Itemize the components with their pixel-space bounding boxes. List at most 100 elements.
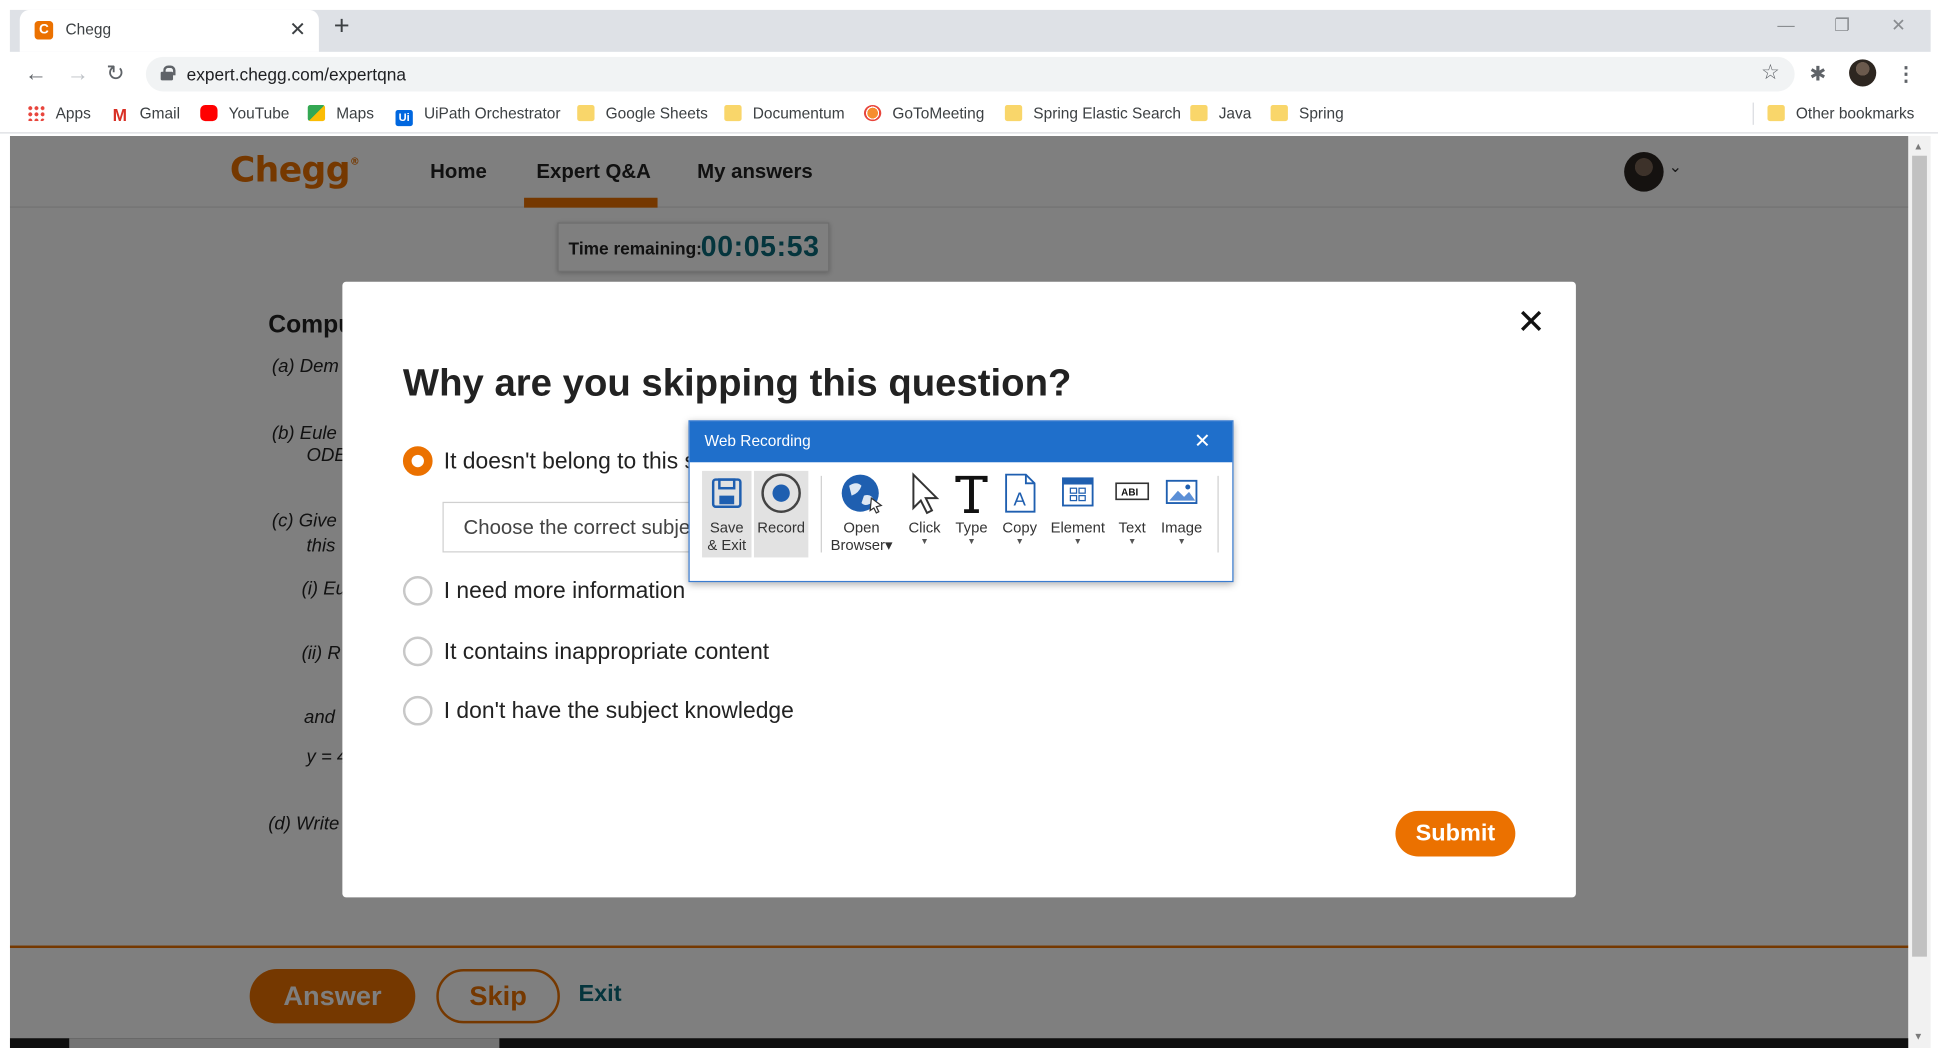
tab-title: Chegg [65,21,112,39]
bookmark-java[interactable]: Java [1190,104,1251,126]
bookmark-label: Documentum [752,105,845,123]
bookmark-label: Spring Elastic Search [1033,105,1182,123]
bookmark-label: Other bookmarks [1795,105,1915,123]
extensions-icon[interactable]: ✱ [1810,62,1827,87]
copy-caret-icon[interactable]: ▼ [996,536,1043,548]
image-label: Image [1160,519,1203,537]
bookmark-label: YouTube [228,105,290,123]
bookmarks-divider [1752,102,1754,125]
record-icon [761,473,801,513]
reload-icon[interactable]: ↻ [106,61,125,86]
record-button[interactable]: Record [754,471,808,537]
web-recording-titlebar[interactable]: Web Recording ✕ [689,421,1233,463]
modal-heading: Why are you skipping this question? [402,360,1072,405]
type-icon [955,475,988,513]
web-recording-title: Web Recording [704,432,811,450]
element-window-icon [1062,477,1094,507]
element-caret-icon[interactable]: ▼ [1048,536,1107,548]
save-icon [711,478,742,508]
menu-kebab-icon[interactable]: ⋮ [1896,62,1916,87]
scroll-up-icon[interactable]: ▲ [1913,141,1923,152]
option-label: It contains inappropriate content [443,637,770,664]
option-label: I don't have the subject knowledge [443,697,794,724]
youtube-icon [200,105,218,122]
element-button[interactable]: Element ▼ [1048,471,1107,549]
bookmark-label: UiPath Orchestrator [423,105,561,123]
gotomeeting-icon [863,105,882,122]
option-label: I need more information [443,577,686,604]
web-recording-close-icon[interactable]: ✕ [1194,429,1211,454]
uipath-icon: Ui [395,110,413,127]
lock-icon[interactable] [160,65,176,81]
image-button[interactable]: Image ▼ [1157,471,1206,549]
bookmark-gotomeeting[interactable]: GoToMeeting [863,104,985,126]
copy-button[interactable]: A Copy ▼ [996,471,1043,549]
text-button[interactable]: ABI Text ▼ [1112,471,1152,549]
open-browser-button[interactable]: Open Browser▾ [830,471,893,554]
restore-icon[interactable]: ❐ [1834,15,1850,36]
radio-unselected[interactable] [402,636,433,667]
open-browser-label-2: Browser▾ [830,536,893,554]
page-scrollbar[interactable]: ▲ ▼ [1908,135,1931,1048]
scroll-down-icon[interactable]: ▼ [1913,1031,1923,1042]
save-exit-button[interactable]: Save & Exit [705,471,749,554]
subject-select[interactable]: Choose the correct subject [442,501,727,553]
bookmark-label: Java [1218,105,1252,123]
toolbar-divider [820,475,822,553]
bookmark-documentum[interactable]: Documentum [724,104,845,126]
type-caret-icon[interactable]: ▼ [949,536,993,548]
image-caret-icon[interactable]: ▼ [1157,536,1206,548]
url-text[interactable]: expert.chegg.com/expertqna [187,64,406,84]
bookmark-uipath[interactable]: Ui UiPath Orchestrator [395,104,561,127]
svg-text:A: A [1014,489,1027,510]
browser-tab[interactable]: C Chegg ✕ [19,9,319,52]
bookmark-google-sheets[interactable]: Google Sheets [577,104,708,126]
browser-toolbar: ← → ↻ expert.chegg.com/expertqna ☆ ✱ ⋮ [0,51,1938,97]
back-icon[interactable]: ← [25,61,47,86]
toolbar-divider [1217,475,1219,553]
address-bar[interactable]: expert.chegg.com/expertqna ☆ [145,56,1795,92]
window-close-icon[interactable]: ✕ [1891,15,1906,36]
radio-unselected[interactable] [402,575,433,606]
skip-question-modal: ✕ Why are you skipping this question? It… [342,281,1576,898]
click-caret-icon[interactable]: ▼ [902,536,946,548]
save-exit-label-1: Save [709,519,744,537]
type-button[interactable]: Type ▼ [949,471,993,549]
open-browser-label-1: Open [843,519,880,537]
other-bookmarks[interactable]: Other bookmarks [1767,104,1914,126]
bookmark-maps[interactable]: Maps [307,104,374,126]
forward-icon[interactable]: → [67,61,89,86]
browser-tab-strip: C Chegg ✕ + — ❐ ✕ [0,0,1938,52]
apps-icon [27,105,45,122]
maps-icon [307,105,326,122]
bookmark-spring[interactable]: Spring [1270,104,1344,126]
radio-unselected[interactable] [402,695,433,726]
element-label: Element [1050,519,1106,537]
minimize-icon[interactable]: — [1777,15,1794,35]
bookmark-label: Spring [1299,105,1344,123]
submit-button[interactable]: Submit [1395,810,1516,857]
bookmark-spring-elastic-search[interactable]: Spring Elastic Search [1004,104,1182,126]
tab-close-icon[interactable]: ✕ [289,17,306,42]
scrollbar-thumb[interactable] [1912,155,1927,957]
radio-selected[interactable] [402,446,433,476]
modal-close-icon[interactable]: ✕ [1517,303,1546,341]
new-tab-icon[interactable]: + [334,12,350,39]
bookmark-star-icon[interactable]: ☆ [1761,61,1780,86]
svg-text:ABI: ABI [1121,488,1138,499]
record-label: Record [757,519,806,537]
bookmark-gmail[interactable]: M Gmail [111,104,180,126]
text-label: Text [1118,519,1146,537]
folder-icon [577,105,595,122]
bookmark-label: GoToMeeting [892,105,985,123]
profile-avatar-icon[interactable] [1849,59,1877,87]
web-page: Chegg® Home Expert Q&A My answers ⌄ Time… [9,135,1909,1048]
text-field-icon: ABI [1115,482,1150,501]
click-button[interactable]: Click ▼ [902,471,946,549]
text-caret-icon[interactable]: ▼ [1112,536,1152,548]
bookmark-apps[interactable]: Apps [27,104,91,126]
bookmark-label: Apps [55,105,91,123]
gmail-icon: M [112,105,128,125]
folder-icon [724,105,742,122]
bookmark-youtube[interactable]: YouTube [200,104,289,126]
